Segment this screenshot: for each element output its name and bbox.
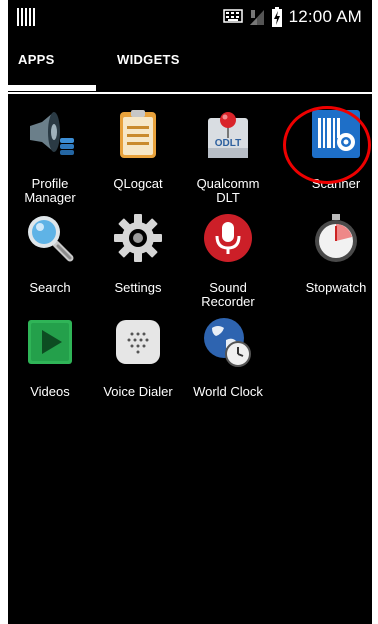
app-label: Settings [114, 280, 162, 295]
app-label: Profile Manager [24, 176, 76, 205]
signal-icon [249, 10, 264, 25]
app-label: Sound Recorder [201, 280, 255, 309]
app-sound-recorder[interactable]: Sound Recorder [184, 212, 272, 309]
tab-widgets[interactable]: WIDGETS [117, 52, 180, 67]
app-label: Qualcomm DLT [196, 176, 260, 205]
app-label: World Clock [193, 384, 263, 399]
profile-manager-icon [30, 112, 74, 155]
app-videos[interactable]: Videos [8, 316, 94, 399]
scanner-highlight-circle [283, 106, 371, 184]
app-settings[interactable]: Settings [94, 212, 182, 295]
app-qlogcat[interactable]: QLogcat [94, 108, 182, 191]
voice-dialer-icon [116, 320, 160, 364]
app-label: Voice Dialer [103, 384, 173, 399]
stopwatch-icon [315, 214, 357, 262]
qlogcat-icon [120, 110, 156, 158]
app-world-clock[interactable]: World Clock [184, 316, 272, 399]
app-profile-manager[interactable]: Profile Manager [8, 108, 94, 205]
app-voice-dialer[interactable]: Voice Dialer [94, 316, 182, 399]
battery-charging-icon [271, 7, 282, 27]
notification-barcode-icon [17, 8, 35, 26]
status-bar: 12:00 AM [8, 0, 372, 38]
android-screen: 12:00 AM APPS WIDGETS Profile Manager QLo… [8, 0, 372, 624]
app-label: Videos [30, 384, 70, 399]
play-icon [28, 320, 72, 364]
app-drawer-tabs: APPS WIDGETS [8, 46, 372, 94]
tab-apps[interactable]: APPS [18, 52, 55, 67]
tab-selected-indicator [8, 85, 96, 91]
settings-gear-icon [114, 214, 162, 262]
svg-text:ODLT: ODLT [215, 138, 241, 149]
keyboard-icon [222, 9, 243, 23]
globe-clock-icon [204, 318, 251, 367]
clock-time: 12:00 AM [288, 7, 362, 26]
search-icon [28, 216, 74, 262]
microphone-icon [204, 214, 252, 262]
app-qualcomm-dlt[interactable]: ODLT Qualcomm DLT [184, 108, 272, 205]
app-stopwatch[interactable]: Stopwatch [292, 212, 372, 295]
app-search[interactable]: Search [8, 212, 94, 295]
app-label: QLogcat [113, 176, 163, 191]
app-label: Stopwatch [305, 280, 367, 295]
app-label: Search [29, 280, 71, 295]
qualcomm-dlt-icon: ODLT [208, 112, 248, 158]
